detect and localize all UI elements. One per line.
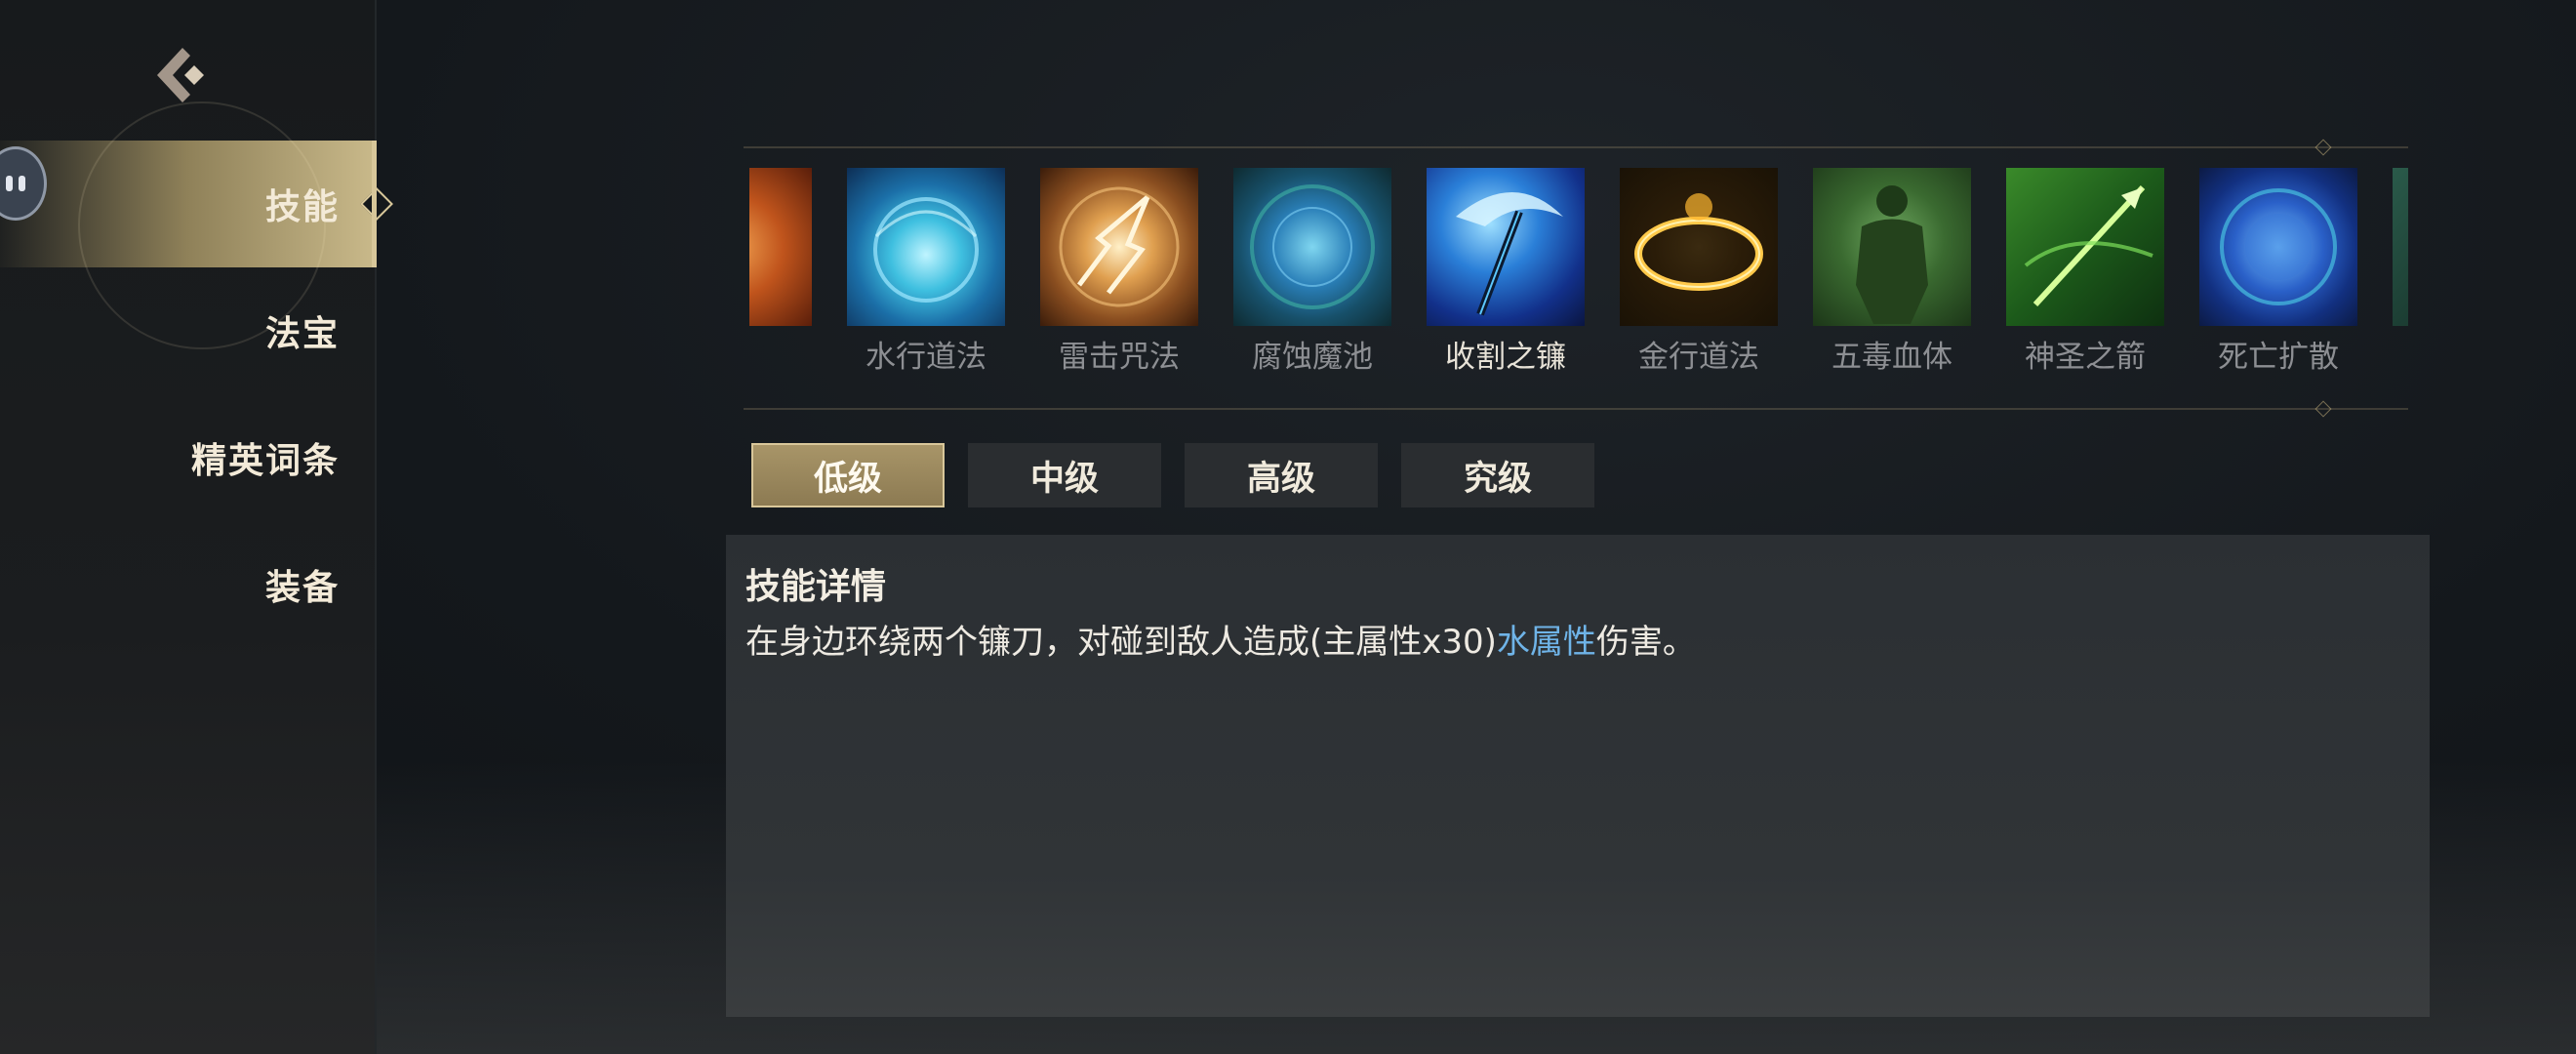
lightning-orb-icon: [1040, 168, 1198, 326]
fire-orb-icon: [749, 168, 812, 326]
skill-name: 收割之镰: [1445, 340, 1566, 375]
sidebar-item-label: 法宝: [264, 314, 340, 354]
skill-name: 金行道法: [1638, 340, 1759, 375]
skill-name: 死亡扩散: [2218, 340, 2339, 375]
sidebar-item-elite-affixes[interactable]: 精英词条: [0, 394, 375, 521]
skill-card[interactable]: 灵: [2393, 168, 2408, 376]
skill-name: 道: [749, 332, 812, 376]
skill-name: 五毒血体: [1831, 340, 1952, 375]
description-text: 在身边环绕两个镰刀，对碰到敌人造成(主属性x30): [745, 623, 1497, 662]
corrosion-pool-icon: [1233, 168, 1391, 326]
back-button[interactable]: [146, 41, 215, 109]
skill-card[interactable]: 金行道法: [1620, 168, 1778, 376]
water-orb-icon: [847, 168, 1005, 326]
tab-label: 低级: [813, 459, 882, 499]
skill-card-selected[interactable]: 收割之镰: [1427, 168, 1585, 376]
poison-body-icon: [1813, 168, 1971, 326]
skill-card[interactable]: 死亡扩散: [2199, 168, 2357, 376]
tab-high-tier[interactable]: 高级: [1185, 443, 1378, 507]
sidebar-item-label: 装备: [264, 568, 340, 608]
skill-card[interactable]: 神圣之箭: [2006, 168, 2164, 376]
holy-arrow-icon: [2006, 168, 2164, 326]
gold-ring-icon: [1620, 168, 1778, 326]
tab-label: 高级: [1246, 459, 1315, 499]
skill-card[interactable]: 道: [749, 168, 812, 376]
sidebar: 技能 法宝 精英词条 装备: [0, 0, 393, 1054]
skill-name: 灵: [2393, 332, 2408, 376]
sidebar-item-treasure[interactable]: 法宝: [0, 267, 375, 394]
tab-label: 中级: [1029, 459, 1099, 499]
skill-card[interactable]: 腐蚀魔池: [1233, 168, 1391, 376]
tab-low-tier[interactable]: 低级: [751, 443, 945, 507]
skill-card[interactable]: 水行道法: [847, 168, 1005, 376]
ornament-icon: [2305, 142, 2340, 151]
active-indicator-icon: [360, 187, 393, 221]
detail-title: 技能详情: [745, 567, 887, 607]
tab-label: 究级: [1463, 459, 1532, 499]
detail-description: 在身边环绕两个镰刀，对碰到敌人造成(主属性x30)水属性伤害。: [745, 615, 1696, 663]
skill-strip-top-border: [744, 146, 2408, 148]
tab-ultimate-tier[interactable]: 究级: [1401, 443, 1594, 507]
skill-name: 神圣之箭: [2025, 340, 2146, 375]
skill-strip[interactable]: 道 水行道法 雷击咒法 腐蚀魔池 收割之镰: [749, 164, 2408, 379]
skill-name: 腐蚀魔池: [1252, 340, 1373, 375]
sidebar-item-label: 精英词条: [190, 441, 340, 481]
scythe-icon: [1427, 168, 1585, 326]
sidebar-item-equipment[interactable]: 装备: [0, 521, 375, 648]
skill-name: 雷击咒法: [1059, 340, 1180, 375]
death-spread-icon: [2199, 168, 2357, 326]
skill-name: 水行道法: [865, 340, 986, 375]
skill-strip-bottom-border: [744, 408, 2408, 410]
skill-card[interactable]: 雷击咒法: [1040, 168, 1198, 376]
description-text-end: 伤害。: [1595, 623, 1696, 662]
ornament-icon: [2305, 403, 2340, 413]
sidebar-item-skills[interactable]: 技能: [0, 101, 393, 349]
attribute-text: 水属性: [1496, 623, 1596, 662]
skill-detail-panel: 技能详情 在身边环绕两个镰刀，对碰到敌人造成(主属性x30)水属性伤害。: [726, 535, 2430, 1017]
spirit-icon: [2393, 168, 2408, 326]
back-arrow-icon: [157, 48, 204, 102]
skill-card[interactable]: 五毒血体: [1813, 168, 1971, 376]
tab-mid-tier[interactable]: 中级: [968, 443, 1161, 507]
